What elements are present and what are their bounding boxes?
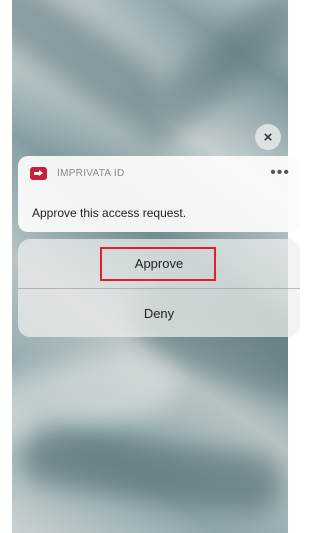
more-icon[interactable]: •••	[270, 164, 290, 182]
close-label: ×	[263, 128, 273, 146]
deny-label: Deny	[143, 305, 175, 321]
app-name: IMPRIVATA ID	[57, 168, 125, 179]
deny-button[interactable]: Deny	[18, 289, 300, 337]
imprivata-logo-icon	[30, 167, 47, 180]
notification-message: Approve this access request.	[32, 206, 187, 220]
approve-highlight-box	[100, 247, 216, 281]
notification-actions: Approve Deny	[18, 239, 300, 337]
notification-card[interactable]: IMPRIVATA ID ••• Approve this access req…	[18, 156, 300, 232]
notification-header: IMPRIVATA ID	[30, 167, 125, 180]
close-icon[interactable]: ×	[255, 124, 281, 150]
background-blur	[19, 422, 285, 518]
